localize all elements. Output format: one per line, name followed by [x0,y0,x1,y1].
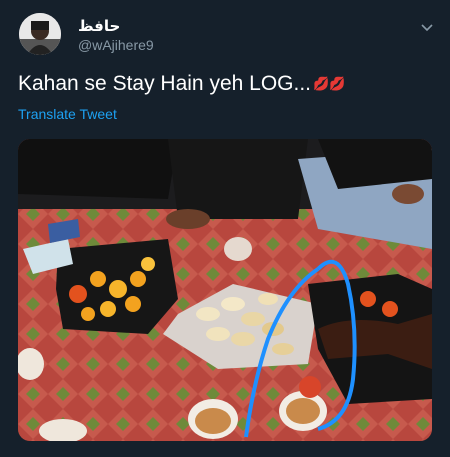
avatar-image [19,13,61,55]
username-handle[interactable]: @wAjihere9 [78,37,154,53]
tweet-card: حافظ @wAjihere9 Kahan se Stay Hain yeh L… [0,0,450,457]
tweet-media-photo[interactable] [18,139,432,441]
tweet-menu-button[interactable] [417,18,437,38]
chevron-down-icon [421,24,433,32]
kiss-emoji: 💋💋 [313,76,346,92]
photo-illustration [18,139,432,441]
display-name[interactable]: حافظ [78,17,120,35]
tweet-text: Kahan se Stay Hain yeh LOG... 💋💋 [18,72,345,96]
translate-tweet-link[interactable]: Translate Tweet [18,106,117,122]
tweet-text-body: Kahan se Stay Hain yeh LOG... [18,72,311,95]
avatar[interactable] [19,13,61,55]
